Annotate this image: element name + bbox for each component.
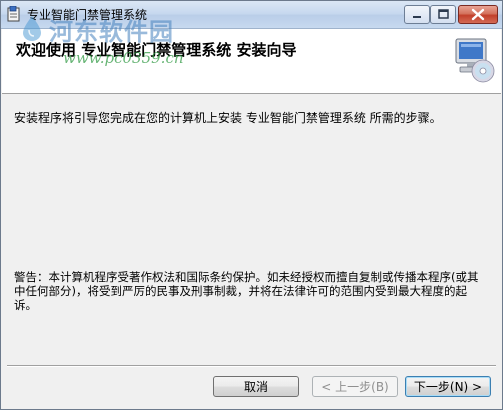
close-button[interactable] bbox=[458, 5, 498, 24]
next-button[interactable]: 下一步(N) > bbox=[405, 376, 491, 397]
wizard-content: 安装程序将引导您完成在您的计算机上安装 专业智能门禁管理系统 所需的步骤。 警告… bbox=[2, 94, 501, 364]
watermark-site-name: 河东软件园 bbox=[49, 17, 174, 46]
minimize-button[interactable] bbox=[404, 5, 430, 24]
watermark-url: www.pc0359.cn bbox=[63, 49, 184, 67]
installer-window: 专业智能门禁管理系统 欢迎使用 专业智能门禁管理系统 安装向导 河东软件园 ww… bbox=[0, 0, 503, 410]
cancel-button[interactable]: 取消 bbox=[213, 376, 299, 397]
watermark-logo-icon bbox=[23, 16, 41, 41]
back-button[interactable]: < 上一步(B) bbox=[312, 376, 398, 397]
installer-app-icon bbox=[7, 6, 20, 22]
maximize-icon bbox=[438, 9, 449, 19]
close-icon bbox=[471, 8, 485, 21]
computer-cd-icon bbox=[455, 38, 495, 83]
intro-text: 安装程序将引导您完成在您的计算机上安装 专业智能门禁管理系统 所需的步骤。 bbox=[14, 111, 442, 125]
copyright-warning: 警告：本计算机程序受著作权法和国际条约保护。如未经授权而擅自复制或传播本程序(或… bbox=[14, 270, 479, 312]
minimize-icon bbox=[413, 16, 421, 18]
maximize-button[interactable] bbox=[430, 5, 456, 24]
button-separator bbox=[7, 365, 496, 367]
